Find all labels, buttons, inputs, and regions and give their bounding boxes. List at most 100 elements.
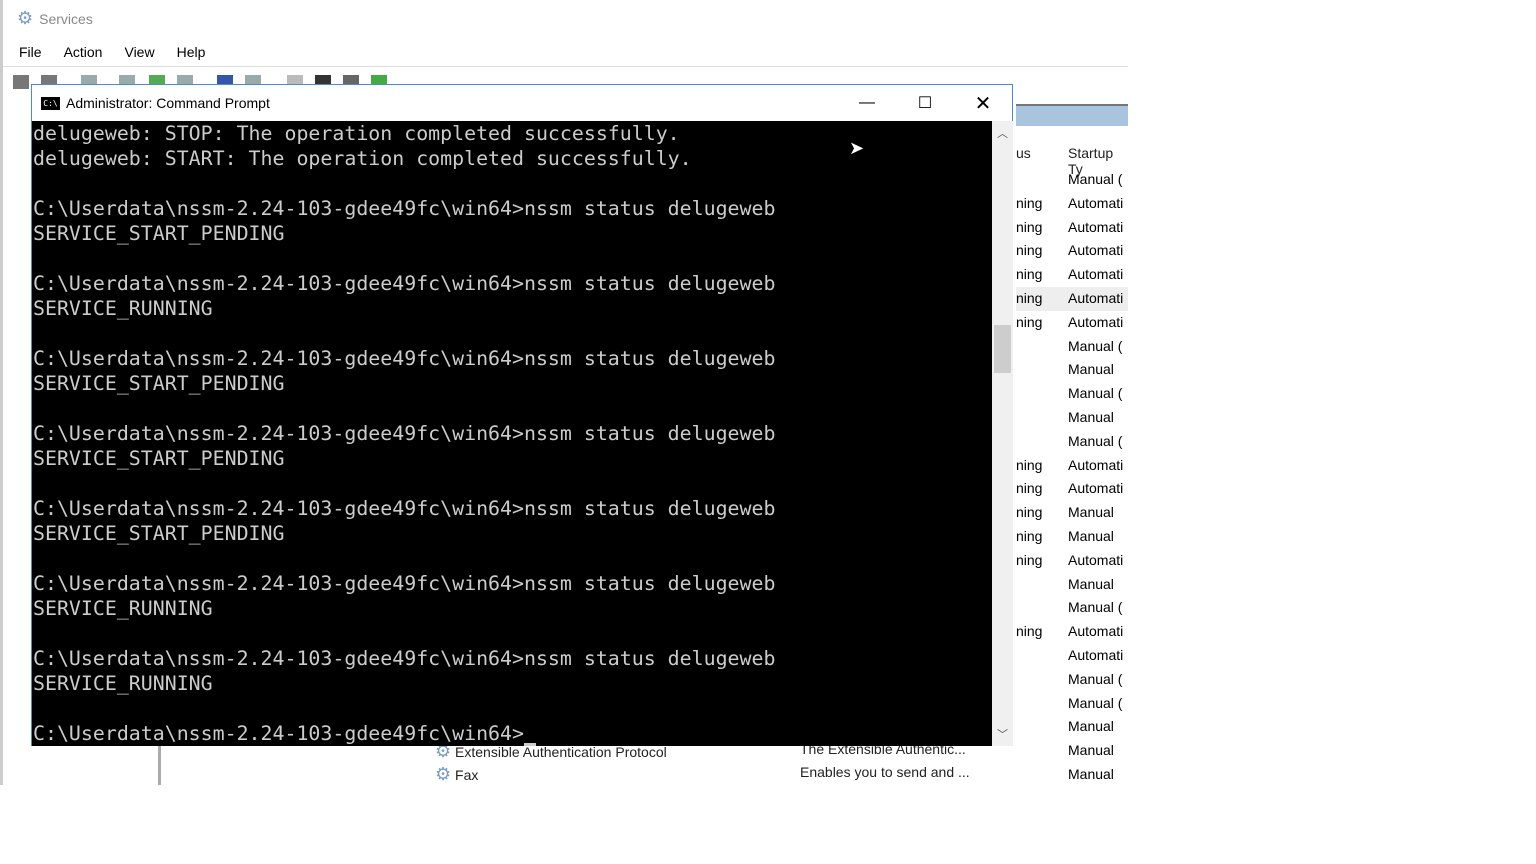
service-startup-type: Manual (	[1068, 337, 1123, 354]
console-line: C:\Userdata\nssm-2.24-103-gdee49fc\win64…	[33, 272, 776, 295]
service-status: ning	[1016, 480, 1043, 497]
service-startup-type: Automati	[1068, 551, 1124, 568]
column-header-band	[1016, 104, 1128, 126]
service-row[interactable]: Manual (	[1016, 668, 1128, 692]
service-row[interactable]: ning Automati	[1016, 192, 1128, 216]
service-row[interactable]: ning Manual	[1016, 501, 1128, 525]
close-button[interactable]: ✕	[954, 85, 1012, 121]
service-row[interactable]: Manual	[1016, 763, 1128, 787]
service-row[interactable]: ning Automati	[1016, 620, 1128, 644]
service-startup-type: Manual (	[1068, 432, 1123, 449]
services-title-bar: ⚙ Services	[17, 8, 93, 29]
service-row-fax[interactable]: ⚙ Fax	[435, 764, 478, 785]
column-status[interactable]: us	[1016, 145, 1031, 161]
service-row[interactable]: ning Automati	[1016, 239, 1128, 263]
service-row[interactable]: Manual (	[1016, 335, 1128, 359]
service-status: ning	[1016, 266, 1043, 283]
service-status: ning	[1016, 456, 1043, 473]
service-status: ning	[1016, 218, 1043, 235]
service-startup-type: Automati	[1068, 242, 1124, 259]
scroll-down-icon[interactable]: ﹀	[992, 726, 1013, 742]
service-row[interactable]: Manual (	[1016, 692, 1128, 716]
service-startup-type: Manual (	[1068, 694, 1123, 711]
services-gear-icon: ⚙	[17, 8, 34, 28]
service-row[interactable]: Manual (	[1016, 430, 1128, 454]
cmd-title-bar[interactable]: C:\ Administrator: Command Prompt — ☐ ✕	[32, 85, 1012, 121]
pane-divider[interactable]	[158, 745, 161, 785]
console-line: SERVICE_START_PENDING	[33, 372, 285, 395]
service-row[interactable]: Manual	[1016, 573, 1128, 597]
console-line: C:\Userdata\nssm-2.24-103-gdee49fc\win64…	[33, 572, 776, 595]
service-status: ning	[1016, 290, 1043, 306]
service-row[interactable]: Manual (	[1016, 382, 1128, 406]
scroll-up-icon[interactable]: ︿	[992, 125, 1013, 141]
service-description: Enables you to send and ...	[800, 764, 970, 780]
service-row[interactable]: ning Automati	[1016, 287, 1128, 311]
text-cursor	[523, 743, 536, 746]
console-line: SERVICE_START_PENDING	[33, 222, 285, 245]
service-startup-type: Manual (	[1068, 171, 1123, 187]
service-startup-type: Automati	[1068, 623, 1124, 640]
service-row[interactable]: ning Automati	[1016, 263, 1128, 287]
service-row[interactable]: ning Automati	[1016, 549, 1128, 573]
console-scrollbar[interactable]: ︿ ﹀	[992, 121, 1013, 746]
service-status: ning	[1016, 623, 1043, 640]
service-startup-type: Automati	[1068, 313, 1124, 330]
service-startup-type: Automati	[1068, 266, 1124, 283]
console-line: C:\Userdata\nssm-2.24-103-gdee49fc\win64…	[33, 422, 776, 445]
maximize-button[interactable]: ☐	[896, 85, 954, 121]
service-row[interactable]: ning Automati	[1016, 477, 1128, 501]
service-row[interactable]: Manual	[1016, 358, 1128, 382]
service-startup-type: Manual	[1068, 528, 1114, 544]
minimize-button[interactable]: —	[838, 85, 896, 121]
service-startup-type: Manual (	[1068, 385, 1123, 402]
service-status: ning	[1016, 242, 1043, 259]
service-startup-type: Manual	[1068, 575, 1114, 592]
service-startup-type: Manual	[1068, 766, 1114, 782]
service-startup-type: Manual	[1068, 361, 1114, 378]
service-startup-type: Automati	[1068, 647, 1124, 663]
service-status: ning	[1016, 528, 1043, 544]
console-output[interactable]: delugeweb: STOP: The operation completed…	[32, 121, 993, 746]
back-icon[interactable]	[13, 75, 29, 89]
menu-help[interactable]: Help	[177, 44, 206, 60]
scrollbar-thumb[interactable]	[994, 325, 1011, 373]
console-line: SERVICE_RUNNING	[33, 597, 213, 620]
service-row[interactable]: Manual	[1016, 406, 1128, 430]
service-row[interactable]: Manual (	[1016, 596, 1128, 620]
console-line: SERVICE_RUNNING	[33, 672, 213, 695]
mouse-pointer-icon: ➤	[849, 138, 865, 158]
command-prompt-window[interactable]: C:\ Administrator: Command Prompt — ☐ ✕ …	[31, 84, 1013, 746]
services-title: Services	[39, 10, 93, 27]
service-startup-type: Manual (	[1068, 599, 1123, 616]
service-row[interactable]: Manual (	[1016, 168, 1128, 192]
service-status: ning	[1016, 551, 1043, 568]
console-line: SERVICE_RUNNING	[33, 297, 213, 320]
menu-action[interactable]: Action	[64, 44, 103, 60]
service-row[interactable]: ning Automati	[1016, 216, 1128, 240]
service-startup-type: Manual	[1068, 718, 1114, 735]
service-row[interactable]: Manual	[1016, 715, 1128, 739]
service-row[interactable]: ning Automati	[1016, 311, 1128, 335]
service-startup-type: Automati	[1068, 456, 1124, 473]
service-status: ning	[1016, 313, 1043, 330]
menu-file[interactable]: File	[19, 44, 42, 60]
service-startup-type: Automati	[1068, 290, 1124, 306]
service-row[interactable]: ning Manual	[1016, 525, 1128, 549]
service-row[interactable]: Automati	[1016, 644, 1128, 668]
service-status: ning	[1016, 194, 1043, 211]
menu-view[interactable]: View	[124, 44, 154, 60]
service-startup-type: Automati	[1068, 194, 1124, 211]
console-line: C:\Userdata\nssm-2.24-103-gdee49fc\win64…	[33, 197, 776, 220]
console-prompt-line[interactable]: C:\Userdata\nssm-2.24-103-gdee49fc\win64…	[33, 721, 993, 746]
service-row[interactable]: Manual	[1016, 739, 1128, 763]
service-row[interactable]: ning Automati	[1016, 454, 1128, 478]
console-line: C:\Userdata\nssm-2.24-103-gdee49fc\win64…	[33, 497, 776, 520]
